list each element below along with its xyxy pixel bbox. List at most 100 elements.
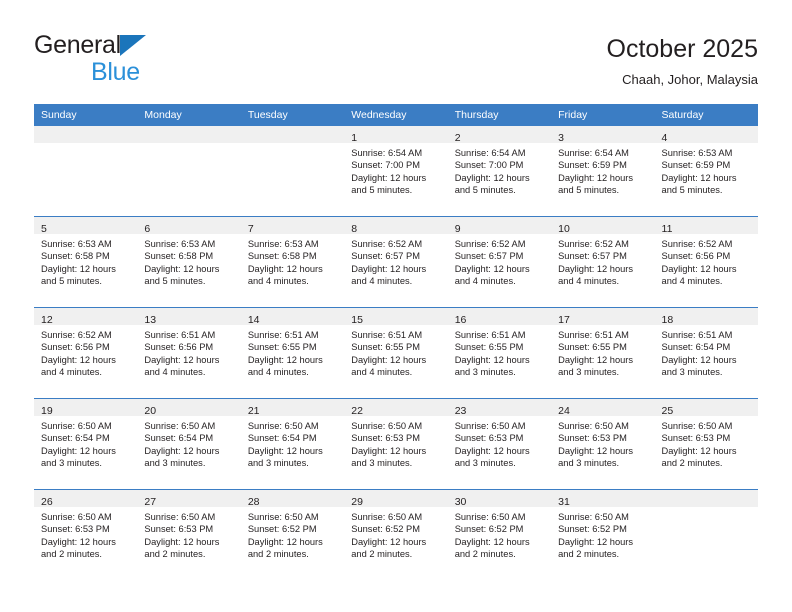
calendar-day-cell[interactable]: 11 Sunrise: 6:52 AM Sunset: 6:56 PM Dayligh… xyxy=(654,216,758,308)
day-number-band: 14 xyxy=(240,308,345,326)
calendar-week-row: 19 Sunrise: 6:50 AM Sunset: 6:54 PM Dayligh… xyxy=(34,398,758,490)
calendar-day-cell[interactable]: 12 Sunrise: 6:52 AM Sunset: 6:56 PM Dayligh… xyxy=(34,307,138,399)
daylight-text: Daylight: 12 hours xyxy=(144,445,220,456)
title-block: October 2025 Chaah, Johor, Malaysia xyxy=(607,34,759,88)
logo-text-general: General xyxy=(34,31,121,59)
day-number: 31 xyxy=(558,496,570,508)
daylight-text: Daylight: 12 hours xyxy=(247,354,323,365)
calendar-day-cell[interactable]: 22 Sunrise: 6:50 AM Sunset: 6:53 PM Dayligh… xyxy=(344,398,448,490)
sunrise-text: Sunrise: 6:54 AM xyxy=(558,148,629,158)
daylight-text: Daylight: 12 hours xyxy=(144,536,220,547)
sunrise-text: Sunrise: 6:52 AM xyxy=(558,239,629,249)
calendar-day-cell[interactable]: 4 Sunrise: 6:53 AM Sunset: 6:59 PM Daylight… xyxy=(654,126,758,217)
calendar-day-cell[interactable]: 30 Sunrise: 6:50 AM Sunset: 6:52 PM Dayligh… xyxy=(447,489,552,580)
daylight-text: Daylight: 12 hours xyxy=(558,445,634,456)
day-cell-details: Sunrise: 6:53 AM Sunset: 6:59 PM Daylight:… xyxy=(655,143,758,196)
calendar-day-cell[interactable]: 28 Sunrise: 6:50 AM Sunset: 6:52 PM Dayligh… xyxy=(240,489,345,580)
sunset-text: Sunset: 7:00 PM xyxy=(454,160,524,171)
day-number: 16 xyxy=(454,314,467,326)
calendar-day-cell[interactable]: 17 Sunrise: 6:51 AM Sunset: 6:55 PM Dayligh… xyxy=(551,307,655,399)
daylight-text-cont: and 4 minutes. xyxy=(247,366,309,377)
sunrise-text: Sunrise: 6:50 AM xyxy=(558,512,629,522)
sunrise-text: Sunrise: 6:50 AM xyxy=(247,421,319,431)
sunrise-text: Sunrise: 6:50 AM xyxy=(454,421,526,431)
day-cell-details: Sunrise: 6:51 AM Sunset: 6:55 PM Daylight:… xyxy=(344,325,447,378)
sunset-text: Sunset: 6:55 PM xyxy=(558,342,627,353)
day-cell-details: Sunrise: 6:52 AM Sunset: 6:56 PM Daylight:… xyxy=(655,234,758,287)
calendar-day-cell[interactable]: 15 Sunrise: 6:51 AM Sunset: 6:55 PM Dayligh… xyxy=(344,307,448,399)
daylight-text-cont: and 3 minutes. xyxy=(351,457,413,468)
sunrise-text: Sunrise: 6:51 AM xyxy=(558,330,629,340)
calendar-day-cell[interactable]: 14 Sunrise: 6:51 AM Sunset: 6:55 PM Dayligh… xyxy=(240,307,345,399)
daylight-text-cont: and 3 minutes. xyxy=(247,457,309,468)
day-cell-details: Sunrise: 6:50 AM Sunset: 6:53 PM Daylight:… xyxy=(551,416,654,469)
day-number-band xyxy=(240,126,345,143)
day-cell-details: Sunrise: 6:53 AM Sunset: 6:58 PM Daylight:… xyxy=(34,234,137,287)
calendar-day-cell[interactable]: 9 Sunrise: 6:52 AM Sunset: 6:57 PM Daylight… xyxy=(447,216,552,308)
calendar-day-cell[interactable]: 24 Sunrise: 6:50 AM Sunset: 6:53 PM Dayligh… xyxy=(551,398,655,490)
calendar-day-cell[interactable]: 7 Sunrise: 6:53 AM Sunset: 6:58 PM Daylight… xyxy=(240,216,345,308)
day-number-band: 15 xyxy=(344,308,448,326)
daylight-text-cont: and 2 minutes. xyxy=(351,548,413,559)
daylight-text: Daylight: 12 hours xyxy=(454,354,530,365)
page-header: General Blue October 2025 Chaah, Johor, … xyxy=(0,0,792,100)
daylight-text-cont: and 2 minutes. xyxy=(247,548,309,559)
daylight-text: Daylight: 12 hours xyxy=(41,445,116,456)
day-number-band: 27 xyxy=(137,490,241,508)
sunrise-text: Sunrise: 6:53 AM xyxy=(41,239,112,249)
calendar-day-cell[interactable]: 20 Sunrise: 6:50 AM Sunset: 6:54 PM Dayligh… xyxy=(137,398,241,490)
day-number-band: 25 xyxy=(654,399,758,417)
daylight-text-cont: and 2 minutes. xyxy=(144,548,206,559)
calendar-day-cell[interactable]: 13 Sunrise: 6:51 AM Sunset: 6:56 PM Dayligh… xyxy=(137,307,241,399)
sunset-text: Sunset: 6:53 PM xyxy=(351,433,420,444)
daylight-text: Daylight: 12 hours xyxy=(351,354,427,365)
calendar-body: 1 Sunrise: 6:54 AM Sunset: 7:00 PM Daylight… xyxy=(34,126,758,580)
sunrise-text: Sunrise: 6:50 AM xyxy=(558,421,629,431)
sunset-text: Sunset: 6:52 PM xyxy=(351,524,420,535)
daylight-text: Daylight: 12 hours xyxy=(247,445,323,456)
daylight-text-cont: and 4 minutes. xyxy=(661,275,723,286)
calendar-day-cell[interactable]: 18 Sunrise: 6:51 AM Sunset: 6:54 PM Dayligh… xyxy=(654,307,758,399)
daylight-text-cont: and 3 minutes. xyxy=(558,457,620,468)
calendar-day-cell[interactable]: 31 Sunrise: 6:50 AM Sunset: 6:52 PM Dayligh… xyxy=(551,489,655,580)
day-number: 26 xyxy=(41,496,53,508)
day-cell-details: Sunrise: 6:50 AM Sunset: 6:54 PM Daylight:… xyxy=(137,416,240,469)
day-cell-details: Sunrise: 6:53 AM Sunset: 6:58 PM Daylight:… xyxy=(137,234,240,287)
sunset-text: Sunset: 6:55 PM xyxy=(247,342,317,353)
sunrise-text: Sunrise: 6:54 AM xyxy=(454,148,526,158)
calendar-day-cell[interactable]: 16 Sunrise: 6:51 AM Sunset: 6:55 PM Dayligh… xyxy=(447,307,552,399)
day-cell-details: Sunrise: 6:53 AM Sunset: 6:58 PM Daylight:… xyxy=(241,234,344,287)
day-cell-details: Sunrise: 6:50 AM Sunset: 6:54 PM Daylight:… xyxy=(34,416,137,469)
daylight-text-cont: and 4 minutes. xyxy=(41,366,102,377)
general-blue-logo[interactable]: General Blue xyxy=(34,32,274,88)
calendar-day-cell[interactable]: 5 Sunrise: 6:53 AM Sunset: 6:58 PM Daylight… xyxy=(34,216,138,308)
calendar-day-cell[interactable]: 27 Sunrise: 6:50 AM Sunset: 6:53 PM Dayligh… xyxy=(137,489,241,580)
calendar-day-cell[interactable]: 6 Sunrise: 6:53 AM Sunset: 6:58 PM Daylight… xyxy=(137,216,241,308)
calendar-day-cell[interactable]: 19 Sunrise: 6:50 AM Sunset: 6:54 PM Dayligh… xyxy=(34,398,138,490)
calendar-day-cell[interactable]: 23 Sunrise: 6:50 AM Sunset: 6:53 PM Dayligh… xyxy=(447,398,552,490)
calendar-day-cell[interactable]: 2 Sunrise: 6:54 AM Sunset: 7:00 PM Daylight… xyxy=(447,126,552,217)
sunset-text: Sunset: 6:57 PM xyxy=(558,251,627,262)
calendar-day-cell[interactable]: 10 Sunrise: 6:52 AM Sunset: 6:57 PM Dayligh… xyxy=(551,216,655,308)
daylight-text-cont: and 4 minutes. xyxy=(351,366,413,377)
daylight-text-cont: and 2 minutes. xyxy=(661,457,723,468)
sunset-text: Sunset: 6:53 PM xyxy=(558,433,627,444)
calendar-day-cell[interactable]: 25 Sunrise: 6:50 AM Sunset: 6:53 PM Dayligh… xyxy=(654,398,758,490)
calendar-day-cell[interactable]: 29 Sunrise: 6:50 AM Sunset: 6:52 PM Dayligh… xyxy=(344,489,448,580)
calendar-day-cell[interactable]: 1 Sunrise: 6:54 AM Sunset: 7:00 PM Daylight… xyxy=(344,126,448,217)
calendar-day-cell-empty xyxy=(137,126,241,217)
calendar-grid: Sunday Monday Tuesday Wednesday Thursday… xyxy=(34,104,758,580)
calendar-day-cell[interactable]: 8 Sunrise: 6:52 AM Sunset: 6:57 PM Daylight… xyxy=(344,216,448,308)
day-number-band: 16 xyxy=(447,308,552,326)
day-number-band: 28 xyxy=(240,490,345,508)
daylight-text: Daylight: 12 hours xyxy=(661,172,737,183)
calendar-day-cell[interactable]: 21 Sunrise: 6:50 AM Sunset: 6:54 PM Dayligh… xyxy=(240,398,345,490)
day-number: 12 xyxy=(41,314,53,326)
logo-top-row: General xyxy=(34,32,274,58)
calendar-day-cell[interactable]: 26 Sunrise: 6:50 AM Sunset: 6:53 PM Dayligh… xyxy=(34,489,138,580)
day-number-band: 30 xyxy=(447,490,552,508)
day-number-band: 21 xyxy=(240,399,345,417)
day-number-band: 9 xyxy=(447,217,552,235)
day-number: 28 xyxy=(247,496,260,508)
calendar-day-cell[interactable]: 3 Sunrise: 6:54 AM Sunset: 6:59 PM Daylight… xyxy=(551,126,655,217)
